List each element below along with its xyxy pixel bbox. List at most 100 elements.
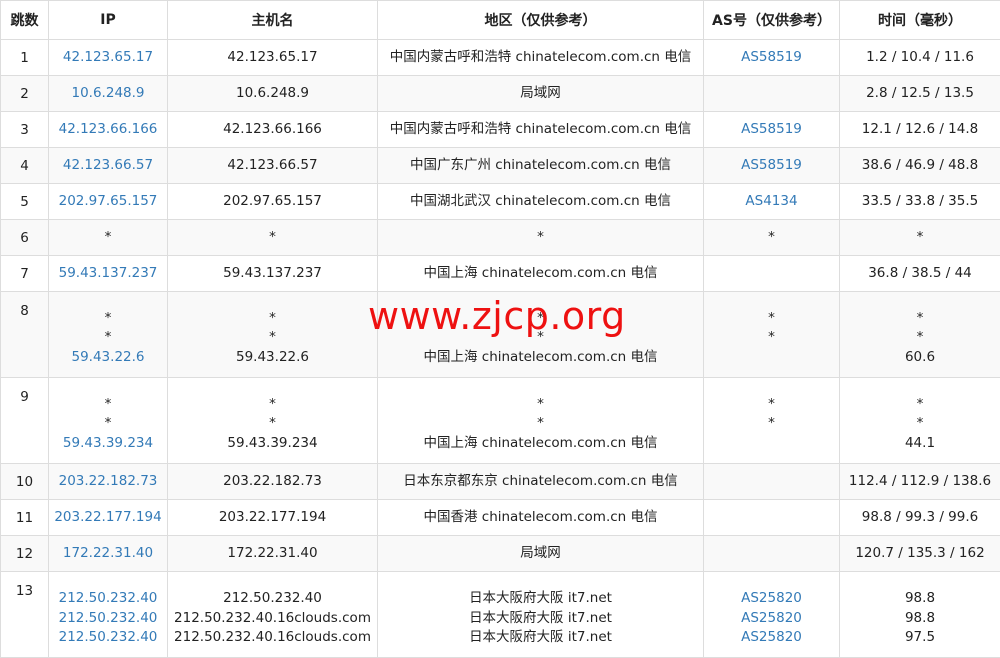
ip-cell: * [49, 220, 168, 256]
hop-cell: 10 [1, 464, 49, 500]
as-number-link[interactable]: AS58519 [704, 148, 839, 183]
ip-link[interactable]: 212.50.232.40 [49, 589, 167, 609]
ip-link[interactable]: 203.22.182.73 [49, 464, 167, 499]
time-text: 1.2 / 10.4 / 11.6 [840, 40, 1000, 75]
time-cell: 98.898.897.5 [840, 572, 1000, 658]
table-row: 11203.22.177.194203.22.177.194中国香港 china… [1, 500, 1000, 536]
table-header-row: 跳数 IP 主机名 地区（仅供参考） AS号（仅供参考） 时间（毫秒） [1, 1, 1000, 40]
table-row: 442.123.66.5742.123.66.57中国广东广州 chinatel… [1, 148, 1000, 184]
as-number-text: * [704, 414, 839, 434]
as-number-link[interactable]: AS4134 [704, 184, 839, 219]
region-text: 局域网 [378, 536, 703, 571]
hostname-text: 212.50.232.40.16clouds.com [168, 628, 377, 648]
as-number-cell: AS58519 [704, 40, 840, 76]
time-text: 120.7 / 135.3 / 162 [840, 536, 1000, 571]
header-as: AS号（仅供参考） [704, 1, 840, 40]
time-cell: * [840, 220, 1000, 256]
as-number-link[interactable]: AS25820 [704, 589, 839, 609]
ip-link[interactable]: 59.43.22.6 [49, 348, 167, 368]
header-hop: 跳数 [1, 1, 49, 40]
ip-link[interactable]: 59.43.39.234 [49, 434, 167, 454]
hostname-text: 212.50.232.40.16clouds.com [168, 609, 377, 629]
time-cell: 120.7 / 135.3 / 162 [840, 536, 1000, 572]
ip-link[interactable]: 42.123.66.166 [49, 112, 167, 147]
region-text: 日本大阪府大阪 it7.net [378, 628, 703, 648]
as-number-cell: ** [704, 378, 840, 464]
time-cell: 98.8 / 99.3 / 99.6 [840, 500, 1000, 536]
ip-link[interactable]: 42.123.66.57 [49, 148, 167, 183]
as-number-link[interactable]: AS58519 [704, 112, 839, 147]
ip-link[interactable]: 42.123.65.17 [49, 40, 167, 75]
time-cell: 38.6 / 46.9 / 48.8 [840, 148, 1000, 184]
ip-cell: 42.123.66.166 [49, 112, 168, 148]
region-text: 中国上海 chinatelecom.com.cn 电信 [378, 434, 703, 454]
ip-link[interactable]: 172.22.31.40 [49, 536, 167, 571]
as-number-link[interactable]: AS25820 [704, 628, 839, 648]
hostname-text: 42.123.66.166 [168, 112, 377, 147]
ip-cell: 10.6.248.9 [49, 76, 168, 112]
table-row: 342.123.66.16642.123.66.166中国内蒙古呼和浩特 chi… [1, 112, 1000, 148]
hostname-text: * [168, 220, 377, 255]
as-number-text [704, 76, 839, 111]
time-text: 12.1 / 12.6 / 14.8 [840, 112, 1000, 147]
ip-link[interactable]: 10.6.248.9 [49, 76, 167, 111]
hostname-cell: * [168, 220, 378, 256]
table-row: 12172.22.31.40172.22.31.40局域网120.7 / 135… [1, 536, 1000, 572]
ip-link[interactable]: 212.50.232.40 [49, 609, 167, 629]
time-cell: 33.5 / 33.8 / 35.5 [840, 184, 1000, 220]
region-cell: * [378, 220, 704, 256]
as-number-text: * [704, 309, 839, 329]
hostname-text: 203.22.182.73 [168, 464, 377, 499]
ip-cell: 203.22.177.194 [49, 500, 168, 536]
ip-link[interactable]: 212.50.232.40 [49, 628, 167, 648]
hostname-text: * [168, 328, 377, 348]
region-cell: **中国上海 chinatelecom.com.cn 电信 [378, 292, 704, 378]
table-row: 13212.50.232.40212.50.232.40212.50.232.4… [1, 572, 1000, 658]
time-text: * [840, 309, 1000, 329]
hop-cell: 2 [1, 76, 49, 112]
ip-cell: 42.123.66.57 [49, 148, 168, 184]
ip-text: * [49, 328, 167, 348]
as-number-text: * [704, 328, 839, 348]
region-text: * [378, 309, 703, 329]
as-number-link[interactable]: AS25820 [704, 609, 839, 629]
as-number-link[interactable]: AS58519 [704, 40, 839, 75]
time-cell: **60.6 [840, 292, 1000, 378]
hop-cell: 1 [1, 40, 49, 76]
region-cell: 中国广东广州 chinatelecom.com.cn 电信 [378, 148, 704, 184]
hostname-text: 212.50.232.40 [168, 589, 377, 609]
hostname-cell: 42.123.66.57 [168, 148, 378, 184]
ip-link[interactable]: 59.43.137.237 [49, 256, 167, 291]
header-ip: IP [49, 1, 168, 40]
region-text: 日本东京都东京 chinatelecom.com.cn 电信 [378, 464, 703, 499]
table-row: 142.123.65.1742.123.65.17中国内蒙古呼和浩特 china… [1, 40, 1000, 76]
hostname-text: * [168, 395, 377, 415]
as-number-text [704, 256, 839, 291]
region-text: 局域网 [378, 76, 703, 111]
region-text: 中国广东广州 chinatelecom.com.cn 电信 [378, 148, 703, 183]
region-text: 日本大阪府大阪 it7.net [378, 609, 703, 629]
as-number-cell [704, 464, 840, 500]
ip-link[interactable]: 203.22.177.194 [49, 500, 167, 535]
hostname-text: 59.43.39.234 [168, 434, 377, 454]
region-cell: 中国香港 chinatelecom.com.cn 电信 [378, 500, 704, 536]
as-number-cell: AS25820AS25820AS25820 [704, 572, 840, 658]
region-text: * [378, 220, 703, 255]
hostname-cell: 172.22.31.40 [168, 536, 378, 572]
time-text: * [840, 414, 1000, 434]
time-text: 112.4 / 112.9 / 138.6 [840, 464, 1000, 499]
region-text: 中国湖北武汉 chinatelecom.com.cn 电信 [378, 184, 703, 219]
time-cell: 36.8 / 38.5 / 44 [840, 256, 1000, 292]
ip-cell: **59.43.22.6 [49, 292, 168, 378]
region-cell: 局域网 [378, 76, 704, 112]
traceroute-table: 跳数 IP 主机名 地区（仅供参考） AS号（仅供参考） 时间（毫秒） 142.… [0, 0, 1000, 658]
hostname-text: 59.43.22.6 [168, 348, 377, 368]
region-cell: **中国上海 chinatelecom.com.cn 电信 [378, 378, 704, 464]
time-text: 98.8 [840, 609, 1000, 629]
as-number-text [704, 348, 839, 368]
hostname-text: 10.6.248.9 [168, 76, 377, 111]
ip-link[interactable]: 202.97.65.157 [49, 184, 167, 219]
time-text: 44.1 [840, 434, 1000, 454]
table-row: 759.43.137.23759.43.137.237中国上海 chinatel… [1, 256, 1000, 292]
as-number-text [704, 464, 839, 499]
